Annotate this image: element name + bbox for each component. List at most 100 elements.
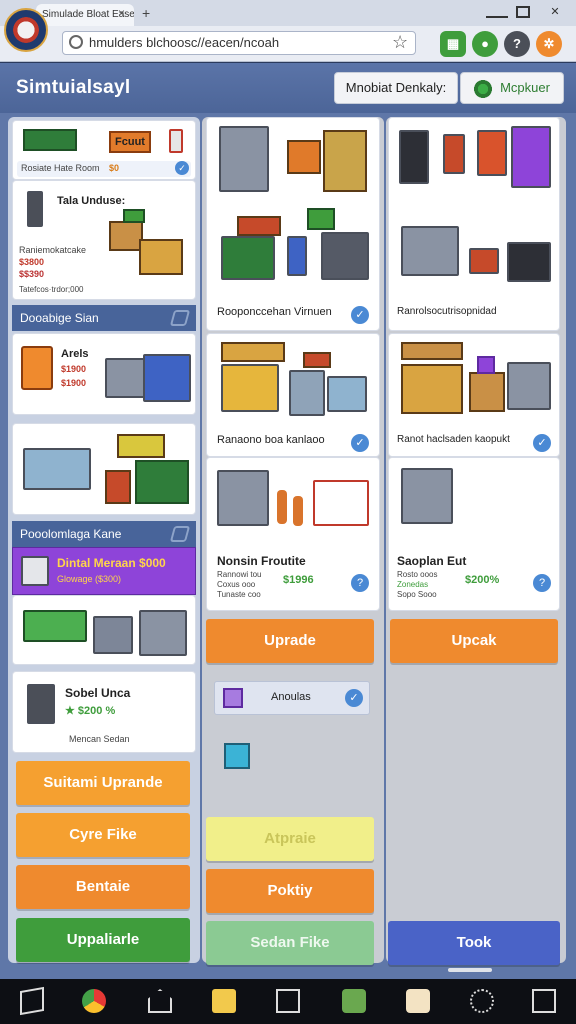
folder-icon[interactable] [212, 989, 236, 1013]
mid-card-item[interactable]: Nonsin Froutite Rannowi tou Coxus ooo Tu… [206, 457, 380, 611]
item-title: Nonsin Froutite [217, 554, 306, 568]
star-icon: ★ [65, 705, 78, 717]
item-price-star: ★ $200 % [65, 704, 115, 717]
left-bottom-button-4[interactable]: Uppaliarle [16, 918, 190, 962]
section-header-2[interactable]: Pooolomlaga Kane [12, 521, 196, 547]
item-note: Tatefcos·trdor;000 [19, 285, 84, 294]
item-stats: Rannowi tou Coxus ooo Tunaste coo [217, 570, 261, 600]
calendar-icon[interactable] [406, 989, 430, 1013]
cart-icon [105, 358, 147, 398]
home-indicator [448, 968, 492, 972]
item-footer: Mencan Sedan [69, 734, 130, 744]
right-upgrade-button[interactable]: Upcak [390, 619, 558, 663]
can-icon [169, 129, 183, 153]
header-marker-button[interactable]: Mcpkuer [460, 72, 564, 104]
chrome-icon[interactable] [82, 989, 106, 1013]
minimize-icon[interactable] [486, 8, 508, 18]
red-cabinet-icon [477, 130, 507, 176]
mid-bottom-button-3[interactable]: Sedan Fike [206, 921, 374, 965]
right-card-item[interactable]: Saoplan Eut Rosto ooos Zonedas Sopo Sooo… [388, 457, 560, 611]
stat-line: Rannowi tou [217, 570, 262, 579]
new-tab-icon[interactable]: + [142, 5, 150, 21]
header-menu-button[interactable]: Mnobiat Denkaly: [334, 72, 458, 104]
bookmark-star-icon[interactable]: ☆ [392, 32, 408, 53]
tab-close-icon[interactable]: × [118, 6, 125, 20]
blue-shelf-icon [143, 354, 191, 402]
right-card-market[interactable]: Ranot haclsaden kaopukt ✓ [388, 333, 560, 457]
basket-icon[interactable] [342, 989, 366, 1013]
item-card-sobel[interactable]: Sobel Unca ★ $200 % Mencan Sedan [12, 671, 196, 753]
url-text: hmulders blchoosc//eacen/ncoah [89, 35, 280, 50]
extension-help-icon[interactable]: ? [504, 31, 530, 57]
left-bottom-button-1[interactable]: Suitami Uprande [16, 761, 190, 805]
mid-card-top[interactable]: Rooponccehan Virnuen ✓ [206, 117, 380, 331]
mid-small-card[interactable]: Anoulas ✓ [214, 681, 370, 715]
mid-info-icon-1[interactable]: ✓ [351, 306, 369, 324]
mid-upgrade-button[interactable]: Uprade [206, 619, 374, 663]
grid-icon[interactable] [276, 989, 300, 1013]
item-price-1: $3800 [19, 257, 45, 267]
header-marker-label: Mcpkuer [500, 80, 550, 95]
cyan-box-icon [224, 743, 250, 769]
awning-icon [221, 342, 285, 362]
small-card-info-icon[interactable]: ✓ [345, 689, 363, 707]
green-sign-icon [123, 209, 145, 223]
red-pot-icon [469, 248, 499, 274]
left-bottom-button-2[interactable]: Cyre Fike [16, 813, 190, 857]
awning-sign-icon [117, 434, 165, 458]
promo-title: Dintal Meraan $000 [57, 556, 166, 570]
mid-card-kitchen[interactable]: Ranaono boa kanlaoo ✓ [206, 333, 380, 457]
extension-sheet-icon[interactable]: ▦ [440, 31, 466, 57]
right-label-2: Ranot haclsaden kaopukt [397, 434, 510, 445]
window-close-icon[interactable]: ✕ [544, 5, 566, 19]
left-bottom-button-3[interactable]: Bentaie [16, 865, 190, 909]
stat-line: Coxus ooo [217, 580, 256, 589]
green-table-icon [23, 610, 87, 642]
play-area: Fcuut Rosiate Hate Room $0 ✓ Tala Unduse… [0, 113, 576, 979]
item-stats: Rosto ooos Zonedas Sopo Sooo [397, 570, 437, 600]
maximize-icon[interactable] [516, 6, 530, 18]
mid-bottom-button-1[interactable]: Atpraie [206, 817, 374, 861]
extension-green-icon[interactable]: ● [472, 31, 498, 57]
food-counter-icon [23, 448, 91, 490]
promo-banner[interactable]: Dintal Meraan $000 Glowage ($300) [12, 547, 196, 595]
section-title: Dooabige Sian [20, 311, 99, 325]
right-card-top[interactable]: Ranrolsocutrisopnidad [388, 117, 560, 331]
worker-icon [293, 496, 303, 526]
right-bottom-button[interactable]: Took [388, 921, 560, 965]
right-info-icon-2[interactable]: ✓ [533, 434, 551, 452]
right-info-icon-3[interactable]: ? [533, 574, 551, 592]
item-card-arels[interactable]: Arels $1900 $1900 [12, 333, 196, 415]
right-label-1: Ranrolsocutrisopnidad [397, 306, 497, 317]
mid-label-2: Ranaono boa kanlaoo [217, 434, 325, 446]
item-title: Saoplan Eut [397, 554, 467, 568]
menu-icon[interactable] [532, 989, 556, 1013]
mid-bottom-button-2[interactable]: Poktiy [206, 869, 374, 913]
right-column: Ranrolsocutrisopnidad Ranot haclsaden ka… [386, 117, 566, 965]
mid-info-icon-2[interactable]: ✓ [351, 434, 369, 452]
tagline-info-icon[interactable]: ✓ [175, 161, 189, 175]
notes-icon[interactable] [20, 986, 44, 1016]
edit-icon [169, 526, 191, 542]
stat-line: Rosto ooos [397, 570, 438, 579]
dark-bin-icon [321, 232, 369, 280]
black-stove-icon [507, 242, 551, 282]
market-stall-icon [401, 364, 463, 414]
mid-label-1: Rooponccehan Virnuen [217, 306, 332, 318]
sink-icon [289, 370, 325, 416]
address-bar[interactable]: hmulders blchoosc//eacen/ncoah [62, 31, 416, 55]
item-card-tala[interactable]: Tala Unduse: Raniemokatcake $3800 $$390 … [12, 180, 196, 300]
crate-icon [469, 372, 505, 412]
home-icon[interactable] [148, 989, 172, 1013]
mid-info-icon-3[interactable]: ? [351, 574, 369, 592]
loading-icon[interactable] [470, 989, 494, 1013]
item-card-counter[interactable] [12, 423, 196, 515]
promo-machine-icon [21, 556, 49, 586]
edit-icon [169, 310, 191, 326]
item-desc: Raniemokatcake [19, 245, 87, 255]
stat-line: Zonedas [397, 580, 429, 589]
section-header-1[interactable]: Dooabige Sian [12, 305, 196, 331]
extension-settings-icon[interactable]: ✲ [536, 31, 562, 57]
shop-banner-card[interactable]: Fcuut Rosiate Hate Room $0 ✓ [12, 120, 196, 180]
item-card-appliances[interactable] [12, 595, 196, 665]
